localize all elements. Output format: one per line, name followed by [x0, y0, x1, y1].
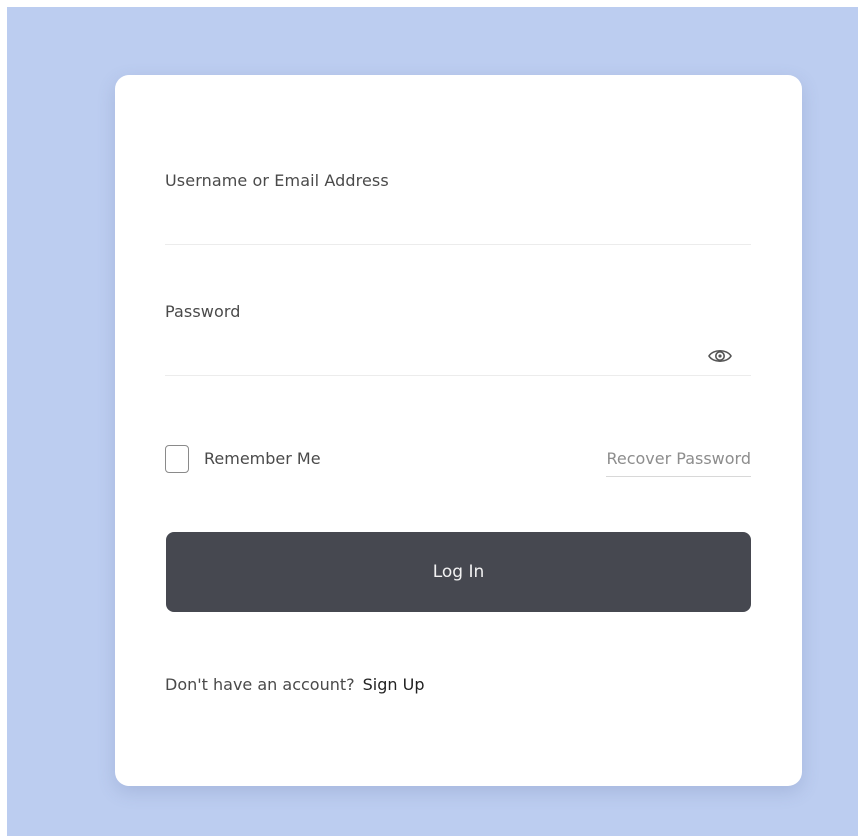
username-input[interactable] [165, 211, 751, 245]
username-label: Username or Email Address [165, 171, 389, 190]
eye-icon[interactable] [707, 346, 733, 366]
signup-row: Don't have an account? Sign Up [165, 675, 424, 694]
login-card: Username or Email Address Password Remem… [115, 75, 802, 786]
password-field: Password [165, 302, 751, 392]
login-button[interactable]: Log In [166, 532, 751, 612]
recover-password-link[interactable]: Recover Password [606, 449, 751, 477]
remember-me-label[interactable]: Remember Me [204, 449, 321, 468]
remember-me-checkbox[interactable] [165, 445, 189, 473]
signup-prompt: Don't have an account? [165, 675, 355, 694]
password-input[interactable] [165, 342, 751, 376]
signup-link[interactable]: Sign Up [363, 675, 425, 694]
username-field: Username or Email Address [165, 171, 751, 261]
options-row: Remember Me Recover Password [165, 443, 751, 483]
password-label: Password [165, 302, 241, 321]
